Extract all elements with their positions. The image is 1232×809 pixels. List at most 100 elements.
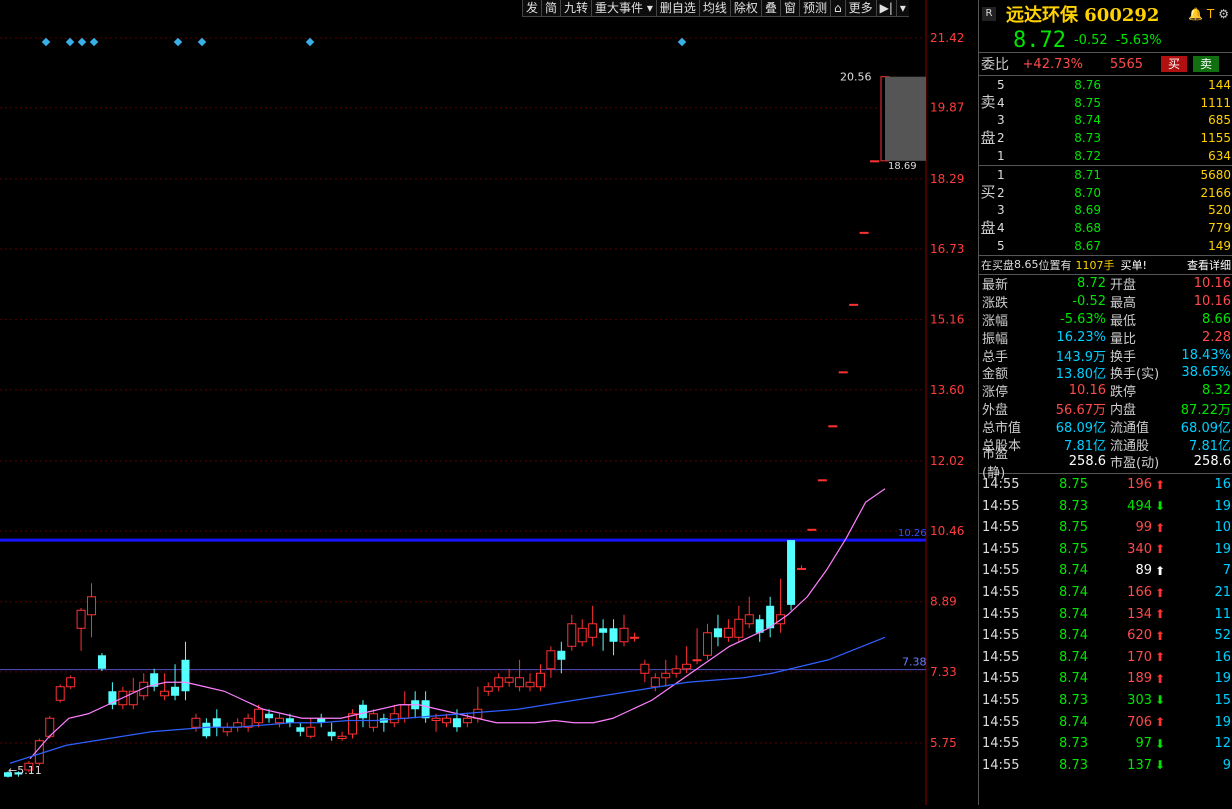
tick-row: 14:55 8.73 97 ⬇ 12 bbox=[979, 733, 1232, 755]
buy-level-2[interactable]: 2 8.70 2166 bbox=[997, 184, 1232, 202]
toolbar-item-11[interactable]: 更多 bbox=[844, 0, 876, 17]
tick-row: 14:55 8.74 166 ⬆ 21 bbox=[979, 582, 1232, 604]
tick-count: 19 bbox=[1214, 671, 1231, 687]
tick-arrow-icon: ⬇ bbox=[1154, 758, 1166, 773]
sell-level-2[interactable]: 2 8.73 1155 bbox=[997, 129, 1232, 147]
candle-body bbox=[421, 700, 430, 719]
tick-row: 14:55 8.74 134 ⬆ 11 bbox=[979, 603, 1232, 625]
y-tick-label: 7.33 bbox=[930, 665, 957, 679]
tick-time: 14:55 bbox=[982, 671, 1020, 687]
stat-key: 振幅 bbox=[982, 331, 1009, 347]
stat-key: 总市值 bbox=[982, 420, 1022, 436]
y-tick-label: 12.02 bbox=[930, 454, 964, 468]
buy-level-4[interactable]: 4 8.68 779 bbox=[997, 219, 1232, 237]
stat-key: 最新 bbox=[982, 278, 1009, 294]
tick-list: 14:55 8.75 196 ⬆ 16 14:55 8.73 494 ⬇ 19 14:55 8.75 9… bbox=[979, 474, 1232, 776]
stat-row: 振幅 16.23% 量比 2.28 bbox=[979, 328, 1232, 347]
high-range-box bbox=[885, 76, 926, 161]
level-num: 5 bbox=[997, 239, 1005, 254]
stock-header: R 远达环保 600292 🔔 T ⚙ bbox=[979, 0, 1232, 28]
buy-level-5[interactable]: 5 8.67 149 bbox=[997, 237, 1232, 255]
tick-arrow-icon: ⬆ bbox=[1154, 585, 1166, 600]
last-price: 8.72 bbox=[1013, 27, 1066, 53]
view-detail-link[interactable]: 查看详细 bbox=[1187, 257, 1232, 273]
header-icons: 🔔 T ⚙ bbox=[1188, 7, 1229, 21]
gear-icon[interactable]: ⚙ bbox=[1218, 7, 1229, 21]
t-icon[interactable]: T bbox=[1207, 7, 1214, 21]
toolbar-item-4[interactable]: 删自选 bbox=[655, 0, 699, 17]
buy-button[interactable]: 买 bbox=[1161, 56, 1187, 72]
sell-level-4[interactable]: 4 8.75 1111 bbox=[997, 94, 1232, 112]
toolbar-item-1[interactable]: 简 bbox=[541, 0, 561, 17]
toolbar-item-13[interactable]: ▾ bbox=[895, 0, 909, 17]
quote-panel: R 远达环保 600292 🔔 T ⚙ 8.72 -0.52 -5.63% 委比… bbox=[978, 0, 1232, 805]
toolbar-item-0[interactable]: 发 bbox=[522, 0, 542, 17]
tick-row: 14:55 8.75 99 ⬆ 10 bbox=[979, 517, 1232, 539]
tick-price: 8.74 bbox=[1059, 714, 1088, 730]
stat-value: 8.66 bbox=[1202, 311, 1231, 327]
candle-body bbox=[796, 567, 806, 570]
stat-row: 涨停 10.16 跌停 8.32 bbox=[979, 382, 1232, 400]
stat-key: 涨停 bbox=[982, 385, 1009, 401]
low-label: ←5.11 bbox=[8, 764, 42, 777]
kline-chart[interactable]: 21.42 19.87 18.29 16.73 15.16 13.60 12.02 10.46… bbox=[0, 0, 978, 805]
level-volume: 5680 bbox=[1200, 167, 1231, 182]
tick-arrow-icon: ⬆ bbox=[1154, 563, 1166, 578]
toolbar-item-7[interactable]: 叠 bbox=[760, 0, 780, 17]
tick-time: 14:55 bbox=[982, 649, 1020, 665]
level-price: 8.75 bbox=[1074, 95, 1101, 110]
stat-value: 87.22万 bbox=[1180, 402, 1231, 418]
tick-count: 15 bbox=[1214, 692, 1231, 708]
level-price: 8.73 bbox=[1074, 131, 1101, 146]
sell-level-3[interactable]: 3 8.74 685 bbox=[997, 112, 1232, 130]
toolbar-item-12[interactable]: ▶| bbox=[875, 0, 896, 17]
sell-book: 卖盘 5 8.76 144 4 8.75 1111 3 8.74 685 2 8.73 1155 1 8.… bbox=[979, 76, 1232, 166]
kline-svg[interactable]: 21.42 19.87 18.29 16.73 15.16 13.60 12.02 10.46… bbox=[0, 0, 978, 805]
stat-key: 外盘 bbox=[982, 402, 1009, 418]
tick-time: 14:55 bbox=[982, 692, 1020, 708]
candle-body bbox=[609, 628, 618, 642]
bell-icon[interactable]: 🔔 bbox=[1188, 7, 1203, 21]
tick-arrow-icon: ⬇ bbox=[1154, 736, 1166, 751]
sell-button[interactable]: 卖 bbox=[1193, 56, 1219, 72]
tick-arrow-icon: ⬆ bbox=[1154, 542, 1166, 557]
tick-row: 14:55 8.73 303 ⬇ 15 bbox=[979, 690, 1232, 712]
tick-count: 9 bbox=[1222, 757, 1231, 773]
tick-volume: 134 bbox=[1127, 606, 1152, 622]
toolbar-item-3[interactable]: 重大事件 ▾ bbox=[591, 0, 656, 17]
candle-body bbox=[870, 160, 880, 163]
event-marker-icon bbox=[197, 37, 207, 47]
candle-body bbox=[546, 650, 556, 670]
buy-level-1[interactable]: 1 8.71 5680 bbox=[997, 166, 1232, 184]
level-num: 1 bbox=[997, 167, 1005, 182]
toolbar-item-5[interactable]: 均线 bbox=[698, 0, 730, 17]
candle-body bbox=[76, 609, 86, 629]
tick-volume: 137 bbox=[1127, 757, 1152, 773]
candle-body bbox=[849, 303, 859, 306]
event-marker-icon bbox=[173, 37, 183, 47]
toolbar-item-8[interactable]: 窗 bbox=[779, 0, 799, 17]
stat-value: 18.43% bbox=[1181, 347, 1231, 363]
sell-level-1[interactable]: 1 8.72 634 bbox=[997, 147, 1232, 165]
candle-body bbox=[494, 677, 504, 688]
candle-body bbox=[222, 726, 232, 733]
stat-row: 市盈(静) 258.6 市盈(动) 258.6 bbox=[979, 447, 1232, 481]
buy-level-3[interactable]: 3 8.69 520 bbox=[997, 202, 1232, 220]
toolbar-item-6[interactable]: 除权 bbox=[729, 0, 761, 17]
candle-body bbox=[661, 672, 671, 679]
toolbar-item-2[interactable]: 九转 bbox=[560, 0, 592, 17]
candle-body bbox=[337, 735, 347, 740]
tick-price: 8.74 bbox=[1059, 649, 1088, 665]
toolbar-item-10[interactable]: ⌂ bbox=[829, 0, 845, 17]
candle-body bbox=[181, 659, 190, 692]
sell-level-5[interactable]: 5 8.76 144 bbox=[997, 76, 1232, 94]
stat-value: 143.9万 bbox=[1055, 349, 1106, 365]
candle-body bbox=[442, 717, 451, 724]
tick-count: 21 bbox=[1214, 585, 1231, 600]
toolbar-item-9[interactable]: 预测 bbox=[798, 0, 830, 17]
candle-body bbox=[838, 371, 848, 374]
tick-time: 14:55 bbox=[982, 736, 1020, 752]
candle-body bbox=[650, 677, 660, 688]
stat-key: 流通值 bbox=[1110, 420, 1150, 436]
level-volume: 520 bbox=[1208, 203, 1231, 218]
